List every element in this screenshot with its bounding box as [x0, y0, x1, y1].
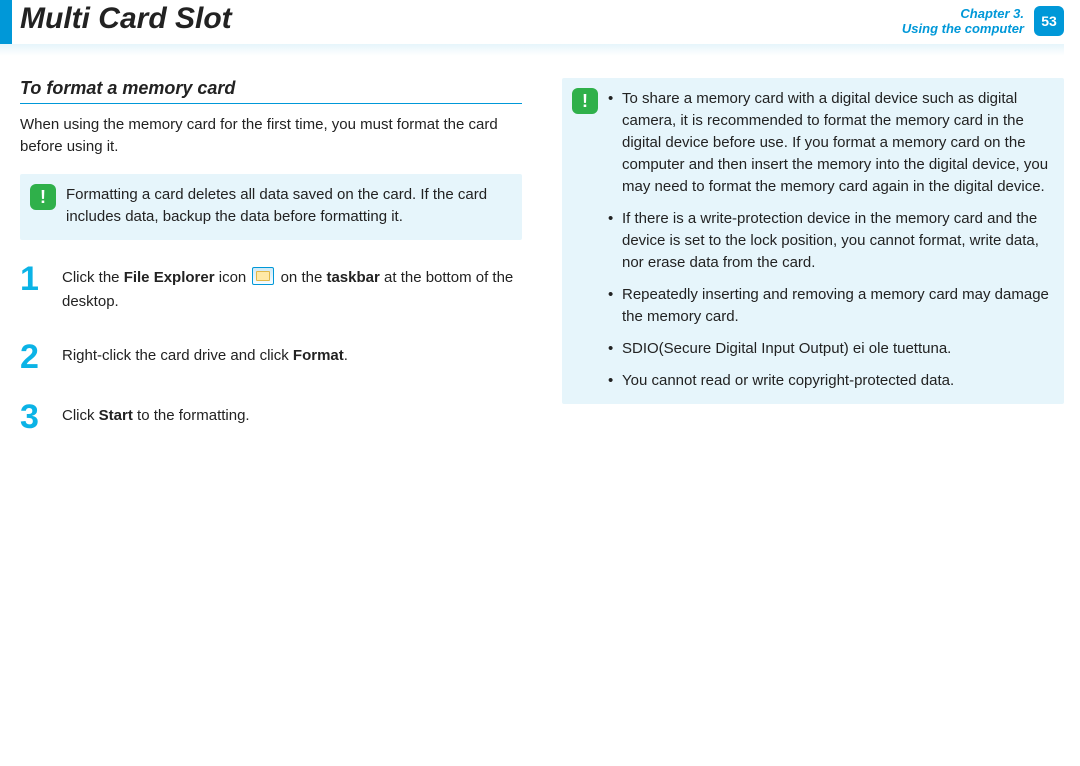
step-number: 2 [20, 340, 48, 374]
warning-text: Formatting a card deletes all data saved… [66, 186, 487, 225]
step-number: 3 [20, 400, 48, 434]
info-list: To share a memory card with a digital de… [608, 88, 1050, 392]
chapter-label: Chapter 3. Using the computer [902, 6, 1024, 36]
list-item: You cannot read or write copyright-prote… [608, 370, 1050, 392]
step-text: Click Start to the formatting. [62, 400, 522, 434]
page: Multi Card Slot Chapter 3. Using the com… [0, 0, 1080, 766]
page-title: Multi Card Slot [20, 2, 232, 36]
chapter-line1: Chapter 3. [902, 6, 1024, 21]
file-explorer-icon [252, 267, 274, 285]
step-number: 1 [20, 262, 48, 314]
content-columns: To format a memory card When using the m… [20, 78, 1064, 750]
list-item: If there is a write-protection device in… [608, 208, 1050, 274]
step-1: 1 Click the File Explorer icon on the ta… [20, 262, 522, 314]
header-accent-bar [0, 0, 12, 44]
section-intro: When using the memory card for the first… [20, 114, 522, 158]
chapter-line2: Using the computer [902, 21, 1024, 36]
page-number-badge: 53 [1034, 6, 1064, 36]
page-header: Multi Card Slot Chapter 3. Using the com… [0, 0, 1080, 60]
step-text: Click the File Explorer icon on the task… [62, 262, 522, 314]
list-item: To share a memory card with a digital de… [608, 88, 1050, 198]
step-3: 3 Click Start to the formatting. [20, 400, 522, 434]
info-callout: ! To share a memory card with a digital … [562, 78, 1064, 404]
header-rule [0, 44, 1064, 56]
info-icon: ! [572, 88, 598, 114]
section-title: To format a memory card [20, 78, 522, 104]
step-2: 2 Right-click the card drive and click F… [20, 340, 522, 374]
warning-icon: ! [30, 184, 56, 210]
steps-list: 1 Click the File Explorer icon on the ta… [20, 262, 522, 434]
left-column: To format a memory card When using the m… [20, 78, 522, 750]
step-text: Right-click the card drive and click For… [62, 340, 522, 374]
list-item: Repeatedly inserting and removing a memo… [608, 284, 1050, 328]
right-column: ! To share a memory card with a digital … [562, 78, 1064, 750]
warning-callout: ! Formatting a card deletes all data sav… [20, 174, 522, 240]
list-item: SDIO(Secure Digital Input Output) ei ole… [608, 338, 1050, 360]
